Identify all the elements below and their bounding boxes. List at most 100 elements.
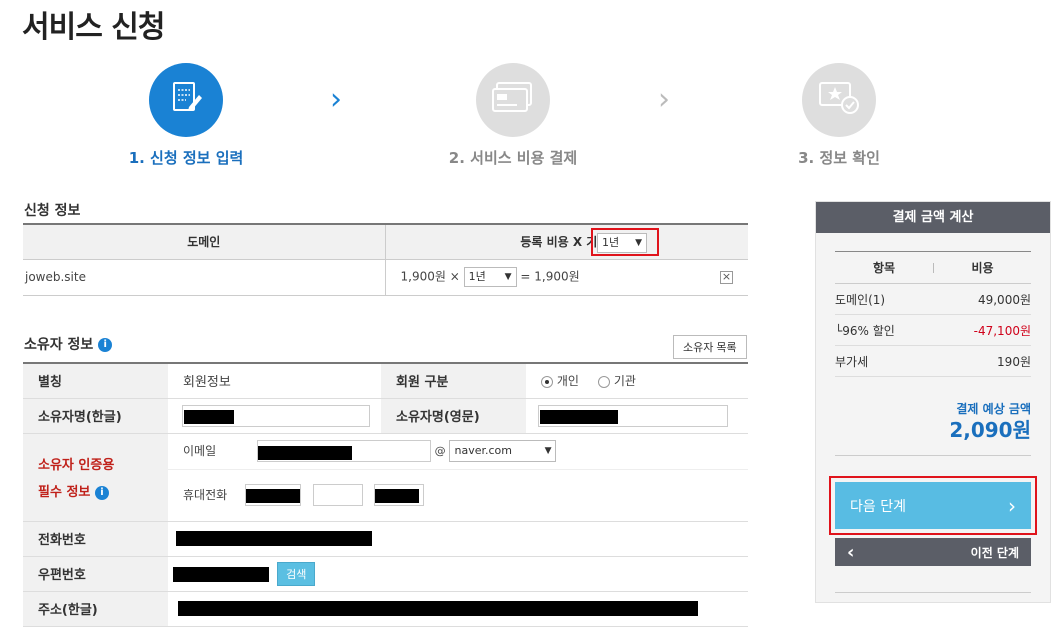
mobile-part-2[interactable] [312, 484, 363, 506]
caret-down-icon: ▼ [504, 272, 512, 282]
redacted-block [178, 601, 698, 616]
domain-cell: joweb.site [23, 259, 386, 296]
zip-label: 우편번호 [23, 556, 168, 592]
payment-row-item: 부가세 [835, 354, 869, 369]
divider [835, 455, 1031, 456]
email-domain-value: naver.com [454, 444, 512, 457]
fee-col-header: 등록 비용 X 기간: [385, 223, 748, 260]
member-type-radios: 개인 기관 [526, 363, 748, 399]
price-text: 1,900원 × [400, 269, 460, 284]
auth-label-text: 필수 정보 [38, 485, 91, 500]
period-select[interactable]: 1년 ▼ [463, 267, 517, 287]
col-item-header: 항목 [872, 261, 896, 275]
chevron-right-icon: › [1008, 493, 1016, 518]
address-label: 주소(한글) [23, 591, 168, 627]
header-period-value: 1년 [602, 235, 620, 249]
phone-row [168, 521, 748, 557]
total-text: = 1,900원 [520, 269, 580, 284]
step-2-circle [476, 63, 550, 137]
nickname-value: 회원정보 [168, 363, 381, 399]
owner-list-button[interactable]: 소유자 목록 [673, 335, 747, 359]
step-3-circle [802, 63, 876, 137]
page-title: 서비스 신청 [22, 10, 165, 45]
remove-domain-button[interactable]: × [720, 270, 733, 284]
col-cost-header: 비용 [971, 261, 994, 275]
period-select-value: 1년 [468, 270, 486, 283]
redacted-block [245, 489, 300, 503]
caret-down-icon: ▼ [544, 446, 552, 456]
email-at-sign: @ [434, 444, 446, 458]
auth-label-line-2: 필수 정보 i [38, 481, 168, 500]
info-icon[interactable]: i [98, 338, 113, 352]
domain-col-header: 도메인 [23, 223, 386, 260]
auth-label-line-1: 소유자 인증용 [38, 458, 115, 473]
application-section-title: 신청 정보 [24, 203, 81, 219]
email-domain-select[interactable]: naver.com ▼ [449, 440, 557, 462]
payment-row-cost: 49,000원 [977, 292, 1031, 307]
mobile-part-1[interactable] [244, 484, 301, 506]
owner-table: 별칭 회원정보 회원 구분 개인 기관 소유자명(한글) 소유자명(영문) 소유… [23, 362, 748, 627]
chevron-left-icon: ‹ [847, 541, 855, 563]
certificate-check-icon [817, 80, 861, 120]
member-type-label: 회원 구분 [381, 363, 526, 399]
redacted-block [375, 489, 420, 503]
payment-panel-title: 결제 금액 계산 [816, 202, 1050, 233]
redacted-block [176, 531, 372, 546]
email-id-input[interactable] [256, 440, 431, 462]
owner-section-title: 소유자 정보 i [24, 334, 113, 354]
caret-down-icon: ▼ [635, 237, 642, 248]
name-ko-input[interactable] [182, 404, 370, 427]
table-row: joweb.site 1,900원 × 1년 ▼ = 1,900원 × [23, 259, 748, 296]
next-step-label: 다음 단계 [850, 498, 906, 515]
phone-label: 전화번호 [23, 521, 168, 557]
radio-individual[interactable] [541, 375, 553, 388]
address-row [168, 591, 748, 627]
owner-title-text: 소유자 정보 [24, 337, 94, 353]
estimate-value: 2,090원 [949, 418, 1031, 442]
info-icon[interactable]: i [94, 485, 109, 500]
name-en-input[interactable] [538, 404, 728, 427]
divider [835, 592, 1031, 593]
redacted-block [540, 409, 618, 424]
radio-organization[interactable] [598, 375, 610, 388]
payment-row-cost: 190원 [997, 354, 1031, 369]
radio-organization-label: 기관 [613, 374, 636, 389]
step-3-label: 3. 정보 확인 [798, 149, 880, 167]
payment-row-item: 도메인(1) [835, 292, 886, 307]
payment-row: └96% 할인 -47,100원 [835, 315, 1031, 346]
zip-row: 검색 [168, 556, 748, 592]
payment-row-cost: -47,100원 [973, 323, 1031, 338]
email-label: 이메일 [183, 443, 217, 458]
credit-card-icon [491, 81, 535, 119]
mobile-part-3[interactable] [374, 484, 425, 506]
chevron-right-icon: › [330, 82, 342, 117]
name-en-label: 소유자명(영문) [381, 398, 526, 434]
auth-label: 소유자 인증용 필수 정보 i [23, 433, 168, 522]
payment-row: 도메인(1) 49,000원 [835, 284, 1031, 315]
redacted-block [257, 446, 352, 460]
redacted-block [184, 409, 234, 424]
prev-step-button[interactable]: ‹ 이전 단계 [835, 538, 1031, 566]
next-step-button[interactable]: 다음 단계 › [835, 482, 1031, 529]
form-edit-icon [167, 79, 205, 121]
chevron-right-icon: › [658, 82, 670, 117]
redacted-block [173, 566, 269, 582]
mobile-label: 휴대전화 [183, 487, 228, 502]
name-ko-label: 소유자명(한글) [23, 398, 168, 434]
fee-cell: 1,900원 × 1년 ▼ = 1,900원 × [385, 259, 748, 296]
payment-row: 부가세 190원 [835, 346, 1031, 377]
step-1-circle [149, 63, 223, 137]
email-row: 이메일 @ naver.com ▼ [168, 433, 748, 470]
step-2-label: 2. 서비스 비용 결제 [448, 149, 578, 167]
header-period-select[interactable]: 1년 ▼ [597, 232, 647, 253]
mobile-row: 휴대전화 [168, 469, 748, 522]
name-en-cell [526, 398, 748, 434]
prev-step-label: 이전 단계 [970, 545, 1019, 560]
step-1-label: 1. 신청 정보 입력 [128, 149, 244, 167]
zip-search-button[interactable]: 검색 [277, 561, 316, 586]
name-ko-cell [168, 398, 381, 434]
nickname-label: 별칭 [23, 363, 168, 399]
radio-individual-label: 개인 [556, 374, 579, 389]
payment-table-header: 항목 비용 [835, 251, 1031, 284]
payment-row-item: └96% 할인 [835, 323, 895, 338]
